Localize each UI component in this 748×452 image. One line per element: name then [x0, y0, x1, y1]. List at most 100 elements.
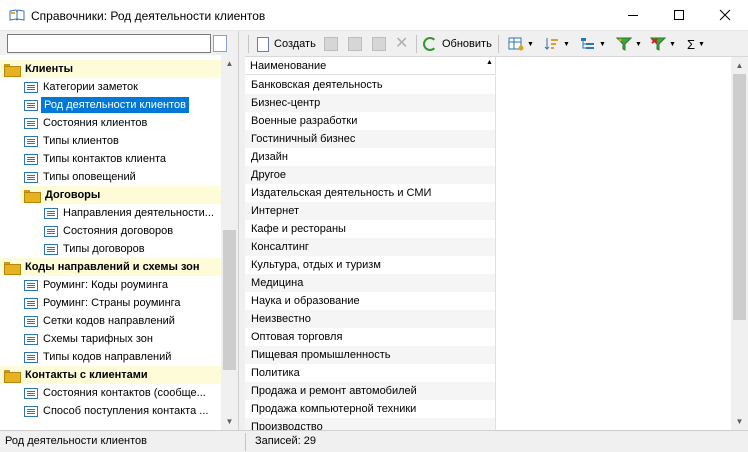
- cell-name: Издательская деятельность и СМИ: [251, 187, 432, 199]
- tree-item[interactable]: Типы контактов клиента: [0, 150, 221, 168]
- grid-settings-button[interactable]: ▼: [508, 35, 534, 53]
- search-input[interactable]: [7, 34, 211, 53]
- tree-item-label: Клиенты: [25, 63, 74, 75]
- list-icon: [24, 279, 38, 291]
- tree-group[interactable]: Клиенты: [0, 60, 221, 78]
- tree-item[interactable]: Типы кодов направлений: [0, 348, 221, 366]
- list-icon: [24, 333, 38, 345]
- tree-item-label: Типы кодов направлений: [43, 351, 172, 363]
- table-row[interactable]: Пищевая промышленность: [245, 346, 496, 364]
- tree-scrollbar[interactable]: ▲ ▼: [221, 55, 238, 430]
- edit-button[interactable]: [372, 35, 386, 53]
- copy-button[interactable]: [324, 35, 338, 53]
- toolbar-grip: [248, 35, 249, 53]
- refresh-icon: [423, 37, 437, 51]
- tree-group[interactable]: Договоры: [20, 186, 221, 204]
- cell-name: Банковская деятельность: [251, 79, 383, 91]
- cell-name: Кафе и рестораны: [251, 223, 346, 235]
- cell-name: Политика: [251, 367, 300, 379]
- list-icon: [24, 153, 38, 165]
- tree-item-label: Сетки кодов направлений: [43, 315, 175, 327]
- table-row[interactable]: Производство: [245, 418, 496, 430]
- tree-item[interactable]: Сетки кодов направлений: [0, 312, 221, 330]
- table-row[interactable]: Политика: [245, 364, 496, 382]
- scroll-thumb[interactable]: [223, 230, 236, 370]
- table-row[interactable]: Наука и образование: [245, 292, 496, 310]
- table-row[interactable]: Военные разработки: [245, 112, 496, 130]
- table-row[interactable]: Оптовая торговля: [245, 328, 496, 346]
- tree-item[interactable]: Направления деятельности...: [0, 204, 221, 222]
- edit-icon: [372, 37, 386, 51]
- table-row[interactable]: Банковская деятельность: [245, 76, 496, 94]
- table-row[interactable]: Интернет: [245, 202, 496, 220]
- chevron-down-icon: ▼: [563, 40, 570, 48]
- column-header-label: Наименование: [250, 60, 327, 72]
- scroll-up-icon[interactable]: ▲: [731, 57, 748, 74]
- tree-item[interactable]: Состояния договоров: [0, 222, 221, 240]
- table-row[interactable]: Другое: [245, 166, 496, 184]
- panel-splitter[interactable]: [238, 31, 245, 430]
- cell-name: Интернет: [251, 205, 299, 217]
- scroll-down-icon[interactable]: ▼: [221, 413, 238, 430]
- list-icon: [44, 243, 58, 255]
- scroll-up-icon[interactable]: ▲: [221, 55, 238, 72]
- table-row[interactable]: Гостиничный бизнес: [245, 130, 496, 148]
- table-row[interactable]: Бизнес-центр: [245, 94, 496, 112]
- sort-button[interactable]: ▼: [544, 35, 570, 53]
- tree-item[interactable]: Типы оповещений: [0, 168, 221, 186]
- records-grid: Наименование ▲ Банковская деятельность Би…: [245, 57, 731, 430]
- cell-name: Производство: [251, 421, 323, 430]
- tree-item[interactable]: Род деятельности клиентов: [0, 96, 221, 114]
- list-icon: [24, 81, 38, 93]
- table-row[interactable]: Неизвестно: [245, 310, 496, 328]
- list-icon: [24, 117, 38, 129]
- tree-item[interactable]: Роуминг: Страны роуминга: [0, 294, 221, 312]
- delete-icon: ✕: [395, 35, 409, 52]
- clear-filter-button[interactable]: ▼: [650, 35, 676, 53]
- tree-item-label: Состояния клиентов: [43, 117, 148, 129]
- tree-item[interactable]: Способ поступления контакта ...: [0, 402, 221, 420]
- table-row[interactable]: Издательская деятельность и СМИ: [245, 184, 496, 202]
- scroll-thumb[interactable]: [733, 74, 746, 320]
- totals-button[interactable]: Σ ▼: [687, 35, 705, 53]
- tree-item-label: Контакты с клиентами: [25, 369, 148, 381]
- close-icon: [719, 9, 731, 21]
- delete-button[interactable]: ✕: [395, 35, 408, 53]
- table-row[interactable]: Кафе и рестораны: [245, 220, 496, 238]
- table-row[interactable]: Дизайн: [245, 148, 496, 166]
- open-button[interactable]: [348, 35, 362, 53]
- tree-item[interactable]: Типы клиентов: [0, 132, 221, 150]
- tree-group[interactable]: Контакты с клиентами: [0, 366, 221, 384]
- table-row[interactable]: Медицина: [245, 274, 496, 292]
- maximize-button[interactable]: [656, 0, 702, 30]
- tree-item-label: Коды направлений и схемы зон: [25, 261, 200, 273]
- tree-item[interactable]: Типы договоров: [0, 240, 221, 258]
- table-row[interactable]: Продажа компьютерной техники: [245, 400, 496, 418]
- new-document-icon: [257, 36, 269, 52]
- search-button[interactable]: [213, 35, 227, 52]
- list-icon: [24, 171, 38, 183]
- tree-item-label: Схемы тарифных зон: [43, 333, 153, 345]
- grid-scrollbar[interactable]: ▲ ▼: [731, 57, 748, 430]
- tree-item[interactable]: Схемы тарифных зон: [0, 330, 221, 348]
- status-separator: [245, 433, 246, 451]
- folder-icon: [24, 189, 41, 203]
- tree-item[interactable]: Состояния контактов (сообще...: [0, 384, 221, 402]
- tree-item[interactable]: Роуминг: Коды роуминга: [0, 276, 221, 294]
- table-row[interactable]: Культура, отдых и туризм: [245, 256, 496, 274]
- status-bar: Род деятельности клиентов Записей: 29: [0, 430, 748, 452]
- close-button[interactable]: [702, 0, 748, 30]
- scroll-down-icon[interactable]: ▼: [731, 413, 748, 430]
- group-button[interactable]: ▼: [580, 35, 606, 53]
- tree-group[interactable]: Коды направлений и схемы зон: [0, 258, 221, 276]
- column-header-name[interactable]: Наименование ▲: [245, 57, 496, 75]
- table-row[interactable]: Консалтинг: [245, 238, 496, 256]
- table-row[interactable]: Продажа и ремонт автомобилей: [245, 382, 496, 400]
- create-button[interactable]: Создать: [257, 35, 316, 53]
- refresh-button[interactable]: Обновить: [423, 35, 492, 53]
- tree-item[interactable]: Состояния клиентов: [0, 114, 221, 132]
- tree-item[interactable]: Категории заметок: [0, 78, 221, 96]
- filter-button[interactable]: ▼: [616, 35, 642, 53]
- list-icon: [24, 99, 38, 111]
- minimize-button[interactable]: [610, 0, 656, 30]
